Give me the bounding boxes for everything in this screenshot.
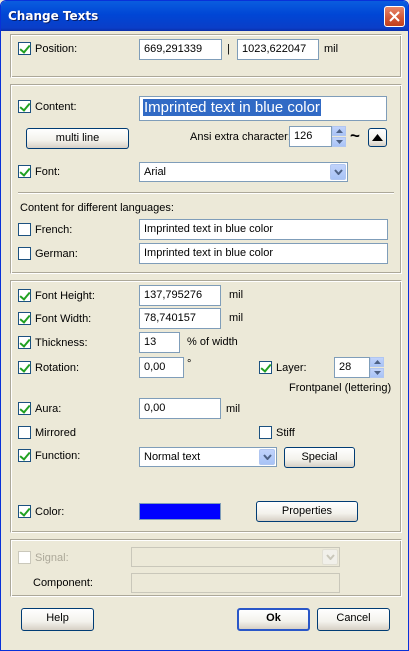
function-dropdown-button[interactable] [259, 449, 275, 465]
stiff-checkbox[interactable] [259, 426, 272, 439]
aura-field[interactable]: 0,00 [139, 398, 221, 419]
layer-field[interactable]: 28 [334, 357, 370, 378]
stiff-label: Stiff [276, 427, 295, 439]
insert-char-button[interactable] [368, 128, 387, 147]
font-width-checkbox[interactable] [18, 312, 31, 325]
content-field[interactable]: Imprinted text in blue color [139, 96, 387, 121]
rotation-unit: ° [187, 358, 192, 370]
layer-caption: Frontpanel (lettering) [289, 382, 392, 394]
content-checkbox[interactable] [18, 100, 31, 113]
spin-down-button[interactable] [332, 137, 346, 147]
german-label: German: [35, 248, 78, 260]
special-button[interactable]: Special [284, 447, 355, 468]
signal-combo[interactable] [131, 547, 340, 567]
layer-spin-up-button[interactable] [370, 357, 384, 367]
mirrored-label: Mirrored [35, 427, 76, 439]
ok-button[interactable]: Ok [237, 608, 310, 631]
arrow-up-icon [336, 129, 343, 133]
content-label: Content: [35, 101, 77, 113]
ansi-spinner[interactable] [332, 126, 346, 147]
font-width-field[interactable]: 78,740157 [139, 308, 221, 329]
thickness-checkbox[interactable] [18, 336, 31, 349]
color-checkbox[interactable] [18, 505, 31, 518]
french-checkbox[interactable] [18, 223, 31, 236]
ansi-char-preview: ~ [350, 126, 360, 145]
font-checkbox[interactable] [18, 165, 31, 178]
aura-checkbox[interactable] [18, 402, 31, 415]
rotation-checkbox[interactable] [18, 361, 31, 374]
ansi-extra-label: Ansi extra character: [190, 131, 291, 143]
position-unit: mil [324, 43, 339, 55]
function-label: Function: [35, 450, 81, 462]
french-label: French: [35, 224, 73, 236]
ansi-extra-field[interactable]: 126 [289, 126, 332, 147]
rotation-field[interactable]: 0,00 [139, 357, 184, 378]
spin-up-button[interactable] [332, 126, 346, 136]
signal-dropdown-button[interactable] [322, 549, 338, 565]
close-button[interactable] [384, 6, 405, 27]
window-title: Change Texts [8, 9, 99, 23]
function-value: Normal text [144, 451, 201, 463]
font-height-unit: mil [229, 289, 244, 301]
languages-heading: Content for different languages: [20, 202, 174, 214]
font-combo[interactable]: Arial [139, 162, 348, 182]
font-value: Arial [144, 166, 167, 178]
signal-label: Signal: [35, 552, 69, 564]
chevron-down-icon [263, 454, 272, 460]
font-width-label: Font Width: [35, 313, 92, 325]
font-height-checkbox[interactable] [18, 289, 31, 302]
font-label: Font: [35, 166, 61, 178]
function-combo[interactable]: Normal text [139, 447, 277, 467]
thickness-field[interactable]: 13 [139, 332, 180, 353]
arrow-up-icon [374, 360, 381, 364]
german-checkbox[interactable] [18, 247, 31, 260]
arrow-down-icon [336, 140, 343, 144]
mirrored-checkbox[interactable] [18, 426, 31, 439]
position-separator: | [227, 43, 230, 55]
aura-unit: mil [226, 403, 241, 415]
content-selected-text: Imprinted text in blue color [143, 99, 321, 116]
rotation-label: Rotation: [35, 362, 80, 374]
component-field[interactable] [131, 573, 340, 593]
position-y-field[interactable]: 1023,622047 [237, 39, 319, 60]
german-field[interactable]: Imprinted text in blue color [139, 243, 388, 264]
signal-checkbox[interactable] [18, 551, 31, 564]
font-width-unit: mil [229, 312, 244, 324]
triangle-up-icon [372, 134, 383, 141]
font-height-field[interactable]: 137,795276 [139, 285, 221, 306]
change-texts-dialog: Change Texts Position: 669,291339 | 1023… [0, 0, 409, 651]
color-label: Color: [35, 506, 65, 518]
thickness-unit: % of width [187, 336, 238, 348]
help-button[interactable]: Help [21, 608, 94, 631]
french-field[interactable]: Imprinted text in blue color [139, 219, 388, 240]
multi-line-button[interactable]: multi line [26, 128, 129, 149]
languages-divider [18, 192, 394, 194]
component-label: Component: [33, 577, 93, 589]
arrow-down-icon [374, 371, 381, 375]
layer-spin-down-button[interactable] [370, 368, 384, 378]
properties-button[interactable]: Properties [256, 501, 358, 522]
chevron-down-icon [326, 554, 335, 560]
font-dropdown-button[interactable] [330, 164, 346, 180]
position-x-field[interactable]: 669,291339 [139, 39, 222, 60]
layer-spinner[interactable] [370, 357, 384, 378]
close-icon [389, 11, 400, 22]
layer-checkbox[interactable] [259, 361, 272, 374]
layer-label: Layer: [276, 362, 307, 374]
chevron-down-icon [334, 169, 343, 175]
function-checkbox[interactable] [18, 449, 31, 462]
cancel-button[interactable]: Cancel [317, 608, 390, 631]
position-label: Position: [35, 43, 78, 55]
aura-label: Aura: [35, 403, 62, 415]
title-bar[interactable]: Change Texts [1, 1, 408, 31]
color-swatch[interactable] [139, 503, 221, 520]
font-height-label: Font Height: [35, 290, 95, 302]
thickness-label: Thickness: [35, 337, 88, 349]
position-checkbox[interactable] [18, 42, 31, 55]
